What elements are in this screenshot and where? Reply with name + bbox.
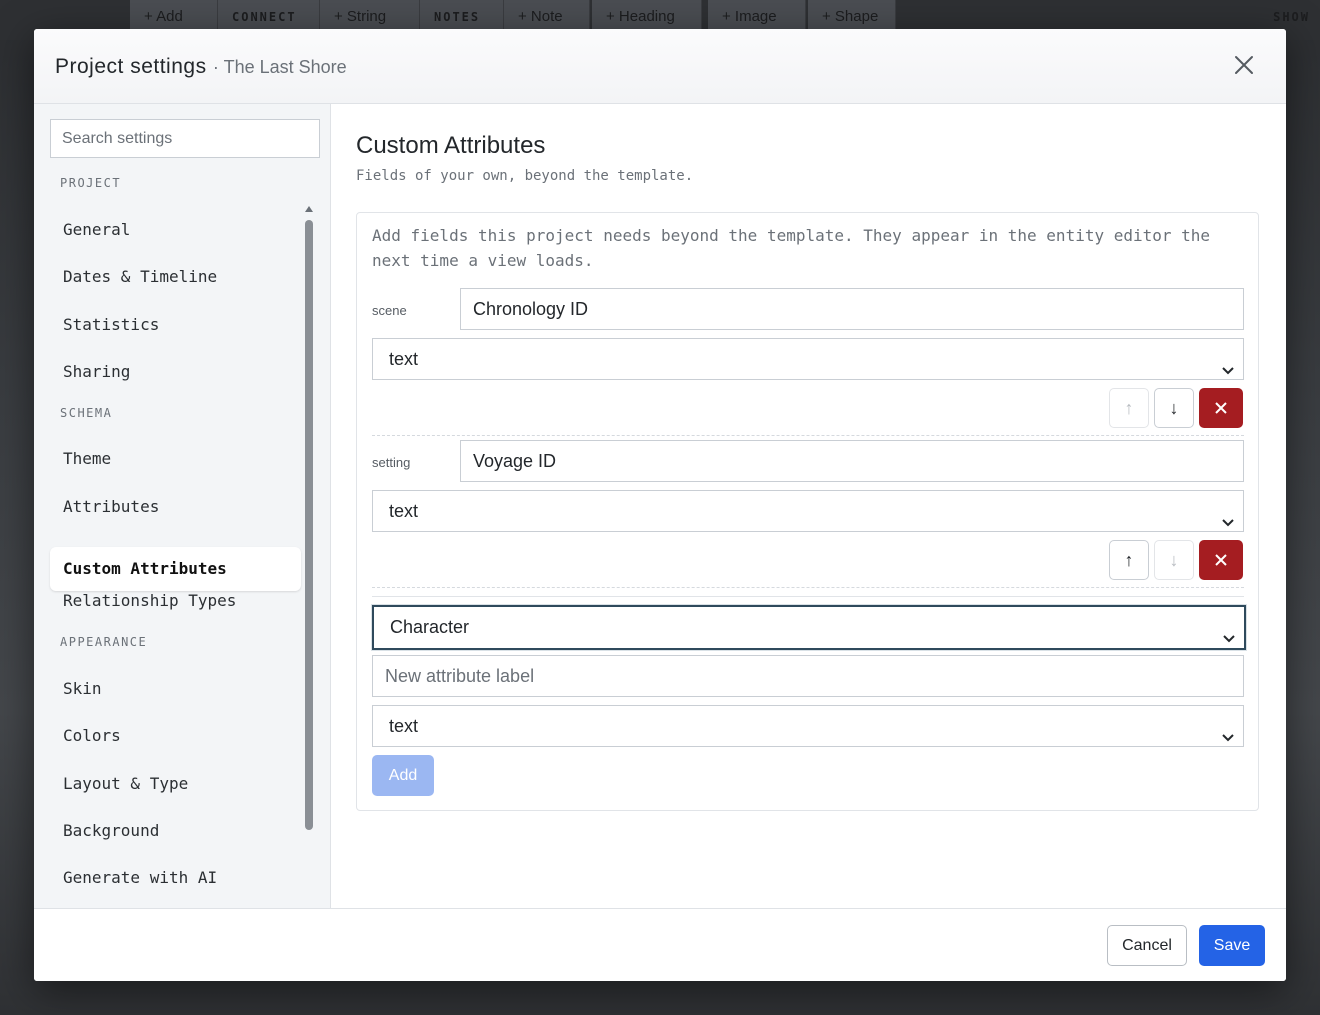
sidebar-item-colors[interactable]: Colors bbox=[50, 714, 301, 758]
section-title-appearance: APPEARANCE bbox=[60, 635, 148, 649]
modal-header: Project settings · The Last Shore bbox=[34, 29, 1286, 104]
modal-title-text: Project settings bbox=[55, 55, 207, 78]
entity-select-value: Character bbox=[390, 617, 470, 637]
new-attribute-type-value: text bbox=[389, 716, 419, 736]
sidebar-item-attributes[interactable]: Attributes bbox=[50, 485, 301, 529]
settings-sidebar: PROJECT General Dates & Timeline Statist… bbox=[34, 104, 331, 914]
chevron-down-icon bbox=[1221, 718, 1235, 742]
move-down-button[interactable]: ↓ bbox=[1154, 388, 1194, 428]
arrow-up-icon: ↑ bbox=[1124, 550, 1134, 570]
toolbar-heading-button[interactable]: + Heading bbox=[592, 0, 702, 32]
toolbar-notes-label: NOTES bbox=[420, 0, 504, 32]
toolbar-note-button[interactable]: + Note bbox=[504, 0, 590, 32]
chevron-down-icon bbox=[1221, 503, 1235, 527]
arrow-up-icon: ↑ bbox=[1124, 398, 1134, 418]
page-subtitle: Fields of your own, beyond the template. bbox=[356, 168, 694, 184]
sidebar-item-background[interactable]: Background bbox=[50, 809, 301, 853]
save-button[interactable]: Save bbox=[1199, 925, 1265, 966]
sidebar-item-general[interactable]: General bbox=[50, 208, 301, 252]
attribute-scope-label: setting bbox=[372, 455, 411, 470]
new-attribute-label-input[interactable]: New attribute label bbox=[372, 655, 1244, 697]
modal-footer: Cancel Save bbox=[34, 908, 1286, 981]
toolbar-connect-label: CONNECT bbox=[218, 0, 320, 32]
cancel-button[interactable]: Cancel bbox=[1107, 925, 1187, 966]
section-title-project: PROJECT bbox=[60, 176, 122, 190]
sidebar-scrollbar[interactable] bbox=[302, 202, 316, 920]
custom-attributes-card: Add fields this project needs beyond the… bbox=[356, 212, 1259, 811]
attribute-divider bbox=[372, 587, 1244, 588]
toolbar-image-button[interactable]: + Image bbox=[708, 0, 806, 32]
entity-select[interactable]: Character bbox=[372, 605, 1246, 650]
close-icon bbox=[1214, 398, 1228, 418]
sidebar-item-relationship-types[interactable]: Relationship Types bbox=[50, 579, 301, 623]
move-up-button[interactable]: ↑ bbox=[1109, 388, 1149, 428]
close-icon bbox=[1214, 550, 1228, 570]
attribute-label-field[interactable]: Voyage ID bbox=[460, 440, 1244, 482]
chevron-down-icon bbox=[1222, 619, 1236, 643]
sidebar-item-sharing[interactable]: Sharing bbox=[50, 350, 301, 394]
attribute-divider bbox=[372, 435, 1244, 436]
search-input[interactable] bbox=[50, 119, 320, 158]
move-down-button[interactable]: ↓ bbox=[1154, 540, 1194, 580]
sidebar-item-dates-timeline[interactable]: Dates & Timeline bbox=[50, 255, 301, 299]
sidebar-item-theme[interactable]: Theme bbox=[50, 437, 301, 481]
sidebar-item-skin[interactable]: Skin bbox=[50, 667, 301, 711]
toolbar-show-label[interactable]: SHOW bbox=[1273, 0, 1310, 32]
attribute-type-value: text bbox=[389, 349, 419, 369]
attribute-label-field[interactable]: Chronology ID bbox=[460, 288, 1244, 330]
delete-attribute-button[interactable] bbox=[1199, 540, 1243, 580]
arrow-down-icon: ↓ bbox=[1169, 398, 1179, 418]
move-up-button[interactable]: ↑ bbox=[1109, 540, 1149, 580]
settings-content: Custom Attributes Fields of your own, be… bbox=[332, 104, 1286, 908]
project-settings-modal: Project settings · The Last Shore PROJEC… bbox=[34, 29, 1286, 981]
new-attribute-type-select[interactable]: text bbox=[372, 705, 1244, 747]
section-title-schema: SCHEMA bbox=[60, 406, 113, 420]
attribute-scope-label: scene bbox=[372, 303, 407, 318]
modal-project-name: · The Last Shore bbox=[212, 57, 347, 77]
delete-attribute-button[interactable] bbox=[1199, 388, 1243, 428]
toolbar-string-button[interactable]: + String bbox=[320, 0, 420, 32]
sidebar-item-generate-ai[interactable]: Generate with AI bbox=[50, 856, 301, 900]
modal-title: Project settings · The Last Shore bbox=[55, 55, 347, 79]
sidebar-item-statistics[interactable]: Statistics bbox=[50, 303, 301, 347]
description-text: Add fields this project needs beyond the… bbox=[372, 226, 1211, 270]
toolbar-add-button[interactable]: + Add bbox=[130, 0, 218, 32]
attribute-type-select[interactable]: text bbox=[372, 490, 1244, 532]
chevron-down-icon bbox=[1221, 351, 1235, 375]
attribute-type-select[interactable]: text bbox=[372, 338, 1244, 380]
new-attribute-divider bbox=[372, 596, 1244, 597]
close-icon[interactable] bbox=[1232, 53, 1256, 77]
page-title: Custom Attributes bbox=[356, 132, 546, 159]
add-attribute-button[interactable]: Add bbox=[372, 755, 434, 796]
arrow-down-icon: ↓ bbox=[1169, 550, 1179, 570]
attribute-type-value: text bbox=[389, 501, 419, 521]
toolbar-shape-button[interactable]: + Shape bbox=[808, 0, 896, 32]
sidebar-item-layout-type[interactable]: Layout & Type bbox=[50, 762, 301, 806]
